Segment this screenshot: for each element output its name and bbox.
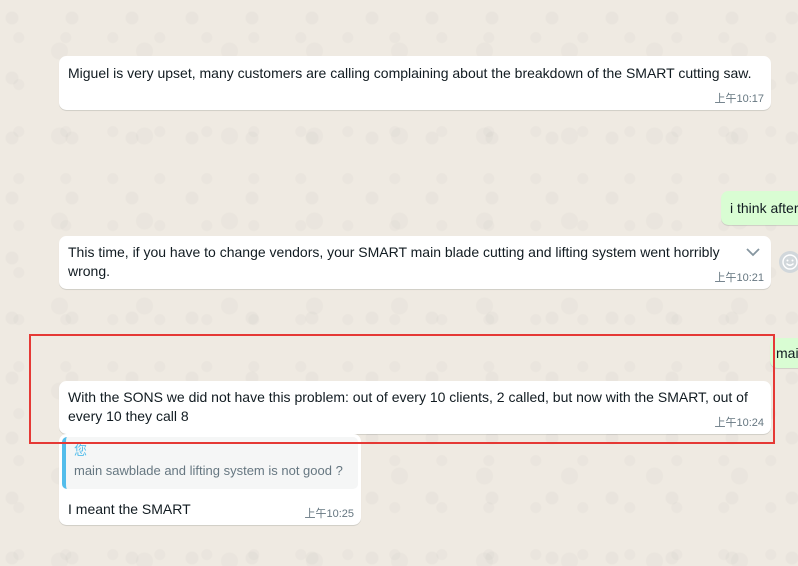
message-incoming[interactable]: Miguel is very upset, many customers are… — [59, 56, 771, 110]
message-incoming[interactable]: This time, if you have to change vendors… — [59, 236, 771, 289]
message-reply[interactable]: 您 main sawblade and lifting system is no… — [59, 434, 361, 525]
message-text: Miguel is very upset, many customers are… — [68, 65, 752, 81]
message-text: This time, if you have to change vendors… — [68, 244, 720, 279]
message-time: 上午10:25 — [304, 508, 354, 520]
quoted-message[interactable]: 您 main sawblade and lifting system is no… — [62, 437, 358, 489]
message-text: i think after — [730, 200, 798, 216]
message-outgoing[interactable]: i think after — [721, 191, 798, 225]
message-outgoing[interactable]: main — [770, 338, 798, 368]
quote-text: main sawblade and lifting system is not … — [74, 463, 343, 478]
message-text: With the SONS we did not have this probl… — [68, 389, 748, 424]
message-incoming[interactable]: With the SONS we did not have this probl… — [59, 381, 771, 434]
chevron-down-icon[interactable] — [743, 244, 763, 260]
message-time: 上午10:17 — [714, 93, 764, 105]
message-text: main — [776, 345, 798, 361]
message-time: 上午10:21 — [714, 272, 764, 284]
quote-author: 您 — [74, 443, 88, 458]
message-time: 上午10:24 — [714, 417, 764, 429]
emoji-icon[interactable] — [779, 251, 798, 273]
